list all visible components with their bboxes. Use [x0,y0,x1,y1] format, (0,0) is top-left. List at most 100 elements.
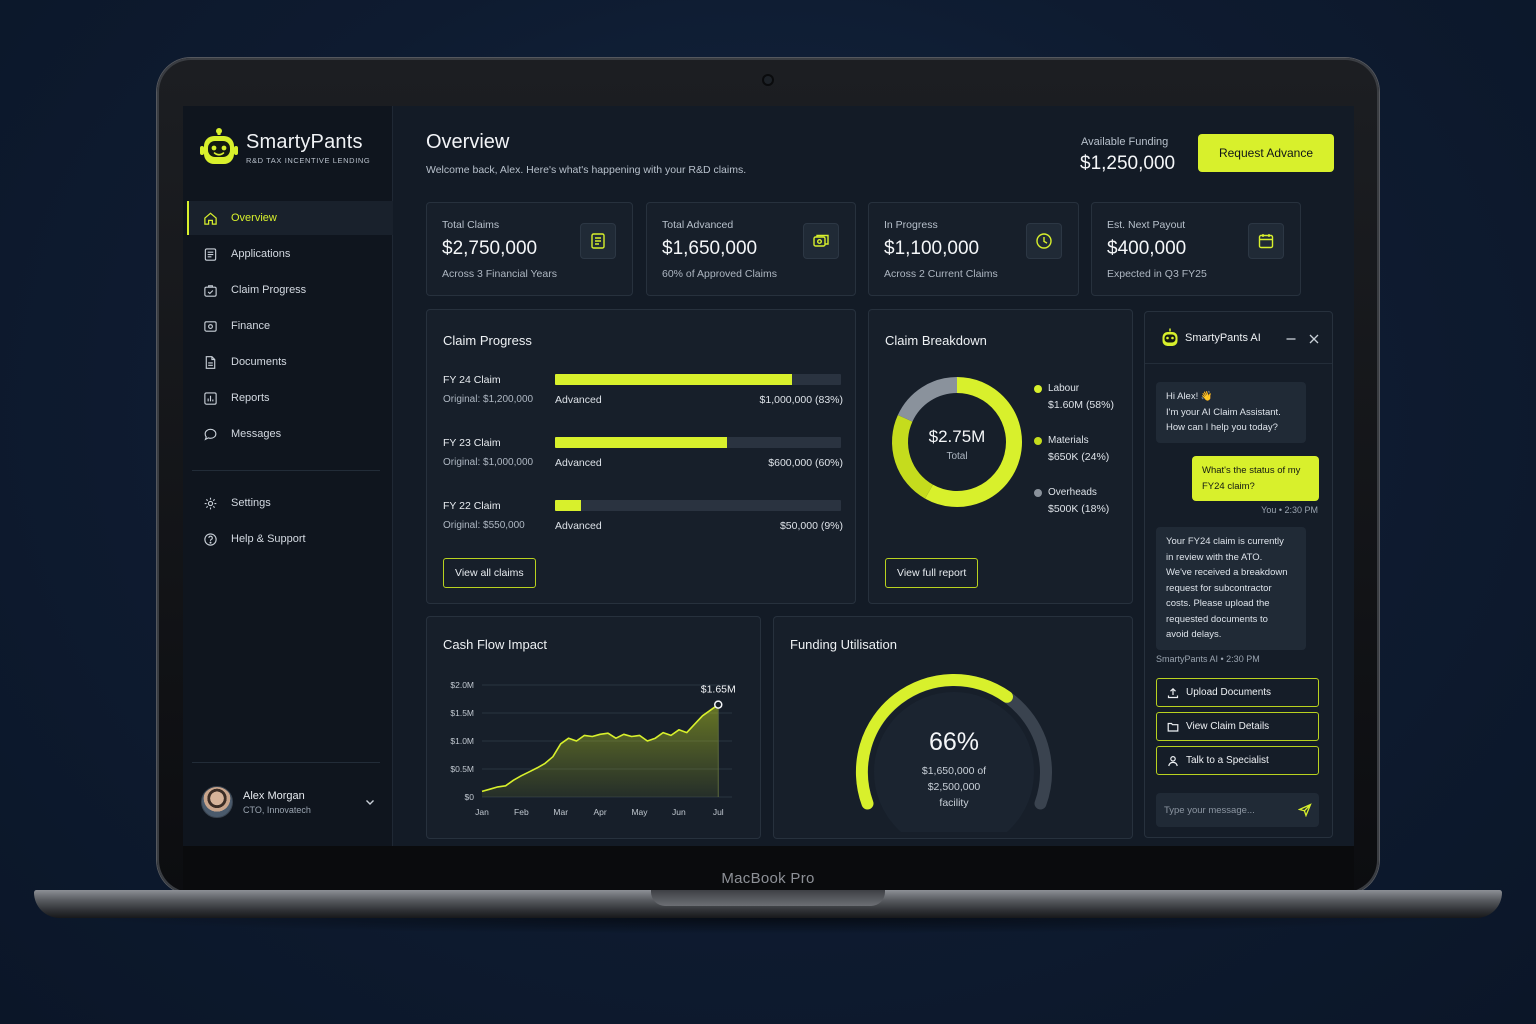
message-line: Your FY24 claim is currently [1166,536,1284,547]
sidebar-item-label: Settings [231,497,271,509]
progress-fill [555,500,581,511]
legend-item-overheads: Overheads $500K (18%) [1034,487,1124,515]
message-line: Hi Alex! 👋 [1166,391,1213,402]
legend-label: Materials [1048,435,1089,446]
sidebar: SmartyPants R&D TAX INCENTIVE LENDING Ov… [183,106,393,846]
funding-utilisation-card: Funding Utilisation 66% $1,650,000 of $2… [773,616,1133,839]
user-name: Alex Morgan [243,789,305,802]
brand-logo[interactable]: SmartyPants R&D TAX INCENTIVE LENDING [200,128,370,168]
chat-message-input[interactable] [1156,793,1319,827]
sidebar-item-label: Overview [231,212,277,224]
claim-status: Advanced [555,457,602,469]
chat-header: SmartyPants AI [1145,312,1332,364]
claim-row[interactable]: FY 24 Claim Original: $1,200,000 Advance… [443,374,843,418]
legend-dot [1034,436,1042,445]
progress-track [555,374,841,385]
claim-row[interactable]: FY 22 Claim Original: $550,000 Advanced … [443,500,843,544]
x-tick-label: Apr [594,807,607,817]
claim-status: Advanced [555,520,602,532]
sidebar-divider [192,470,380,471]
y-tick-label: $1.0M [450,736,474,746]
request-advance-button[interactable]: Request Advance [1198,134,1334,172]
sidebar-item-label: Finance [231,320,271,332]
sidebar-item-documents[interactable]: Documents [187,345,393,379]
main-nav: Overview Applications Claim Progress Fin… [187,201,393,453]
cash-flow-card: Cash Flow Impact $2.0M $1.5M $1.0M $0.5M $0 J… [426,616,761,839]
user-profile[interactable]: Alex Morgan CTO, Innovatech [201,786,376,818]
upload-documents-button[interactable]: Upload Documents [1156,678,1319,707]
stat-card-next-payout: Est. Next Payout $400,000 Expected in Q3… [1091,202,1301,296]
progress-track [555,500,841,511]
chat-message-ai: Hi Alex! 👋 I'm your AI Claim Assistant. … [1156,382,1306,443]
close-icon[interactable] [1308,333,1320,345]
donut-slice-materials [892,415,934,499]
sidebar-item-applications[interactable]: Applications [187,237,393,271]
laptop-shadow [80,918,1456,934]
claim-name: FY 23 Claim [443,437,501,449]
button-label: Upload Documents [1186,687,1272,698]
robot-logo-icon [200,128,238,164]
talk-to-specialist-button[interactable]: Talk to a Specialist [1156,746,1319,775]
legend-value: $1.60M (58%) [1048,399,1114,411]
sidebar-item-label: Help & Support [231,533,306,545]
sidebar-item-messages[interactable]: Messages [187,417,393,451]
sidebar-item-reports[interactable]: Reports [187,381,393,415]
send-icon[interactable] [1298,803,1312,817]
brand-tagline: R&D TAX INCENTIVE LENDING [246,156,371,165]
sidebar-item-finance[interactable]: Finance [187,309,393,343]
view-claim-details-button[interactable]: View Claim Details [1156,712,1319,741]
page-title: Overview [426,131,510,153]
sidebar-item-overview[interactable]: Overview [187,201,393,235]
message-line: We've received a breakdown [1166,567,1288,578]
sidebar-item-label: Reports [231,392,270,404]
claim-amount: $1,000,000 (83%) [759,394,843,406]
claim-amount: $50,000 (9%) [779,520,843,532]
stat-subtext: Expected in Q3 FY25 [1107,268,1207,280]
calendar-icon [1248,223,1284,259]
view-full-report-button[interactable]: View full report [885,558,979,588]
upload-icon [1167,687,1179,698]
secondary-nav: Settings Help & Support [187,486,393,558]
stat-card-total-advanced: Total Advanced $1,650,000 60% of Approve… [646,202,856,296]
x-tick-label: May [631,807,648,817]
x-tick-label: Mar [553,807,568,817]
sidebar-item-settings[interactable]: Settings [187,486,393,520]
home-icon [204,212,217,225]
stat-label: In Progress [884,219,938,231]
peak-label: $1.65M [701,684,736,696]
gauge-line-1: $1,650,000 of [922,765,986,777]
claim-name: FY 22 Claim [443,500,501,512]
minimize-icon[interactable] [1285,333,1297,345]
cash-flow-chart: $2.0M $1.5M $1.0M $0.5M $0Jan Feb Mar Apr May Jun… [450,680,736,817]
sidebar-item-claim-progress[interactable]: Claim Progress [187,273,393,307]
document-icon [580,223,616,259]
cash-flow-area [482,704,719,797]
view-all-claims-button[interactable]: View all claims [443,558,536,588]
card-title: Claim Progress [443,333,532,348]
card-title: Cash Flow Impact [443,637,548,652]
app-screen: SmartyPants R&D TAX INCENTIVE LENDING Ov… [183,106,1354,846]
y-tick-label: $1.5M [450,708,474,718]
chevron-down-icon[interactable] [364,796,376,808]
chat-message-ai: Your FY24 claim is currently in review w… [1156,527,1306,650]
sidebar-item-label: Documents [231,356,287,368]
message-line: costs. Please upload the [1166,598,1270,609]
y-tick-label: $0 [465,792,475,802]
message-line: FY24 claim? [1202,480,1255,492]
sidebar-item-label: Messages [231,428,282,440]
available-funding-value: $1,250,000 [1080,153,1176,174]
sidebar-item-help[interactable]: Help & Support [187,522,393,556]
money-icon [204,320,217,332]
claim-amount: $600,000 (60%) [768,457,843,469]
robot-icon [1162,328,1178,346]
message-line: requested documents to [1166,613,1268,625]
sidebar-item-label: Claim Progress [231,284,307,296]
message-line: avoid delays. [1166,629,1222,640]
avatar [201,786,233,818]
legend-value: $650K (24%) [1048,451,1110,463]
legend-dot [1034,384,1042,393]
chat-message-user: What's the status of my FY24 claim? [1192,456,1319,501]
message-meta: SmartyPants AI • 2:30 PM [1156,654,1260,664]
gear-icon [204,497,217,509]
claim-row[interactable]: FY 23 Claim Original: $1,000,000 Advance… [443,437,843,481]
